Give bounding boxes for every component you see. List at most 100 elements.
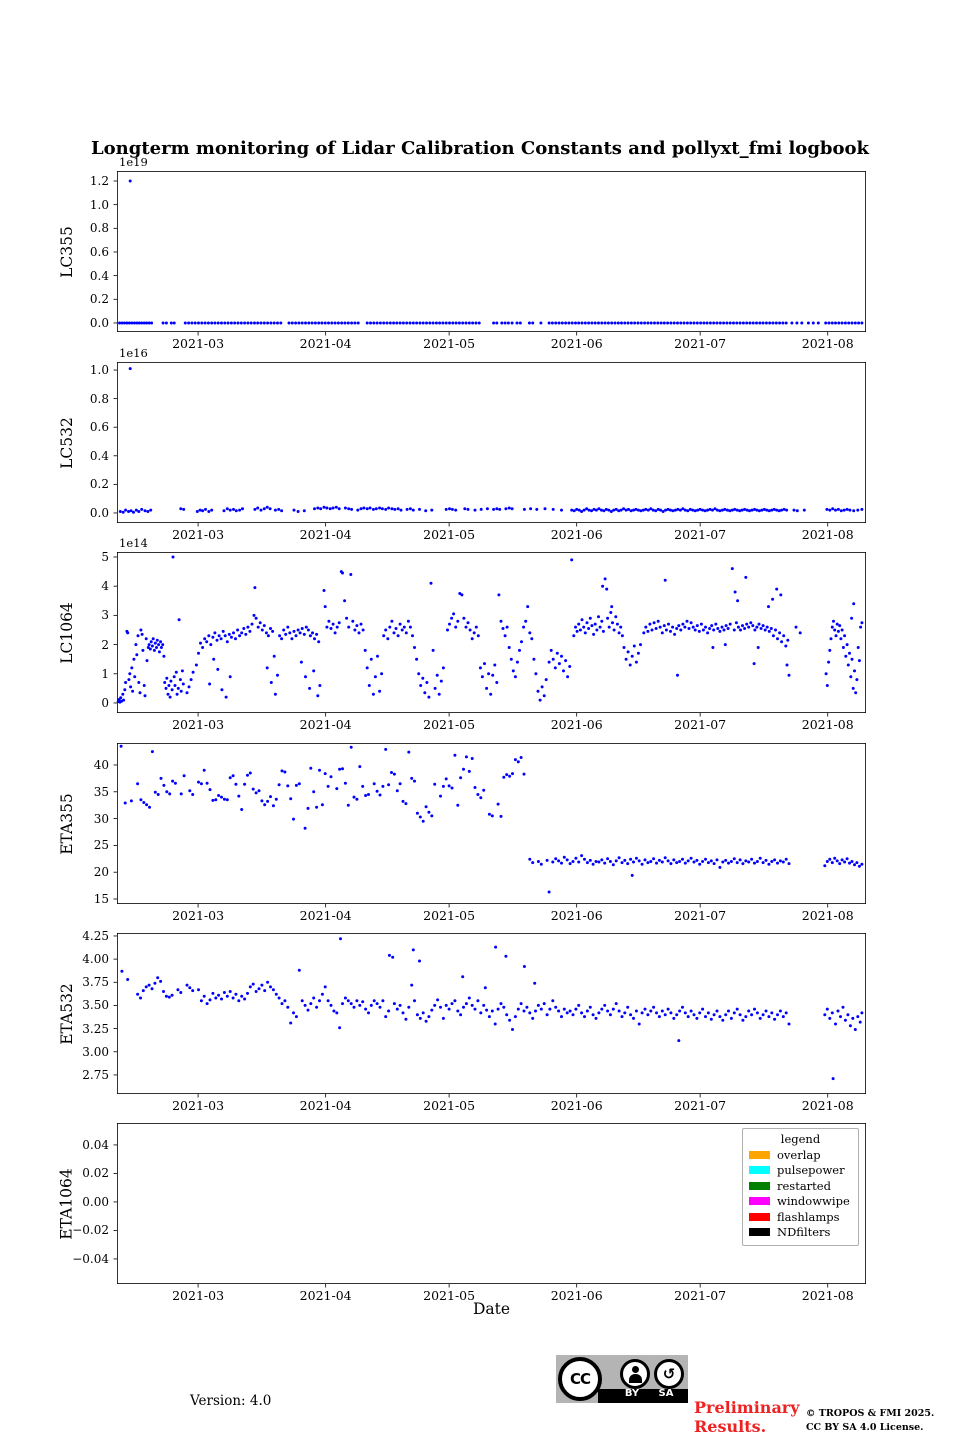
y-tick-label: 0.0 <box>90 506 109 520</box>
overlap-swatch <box>749 1151 770 1159</box>
x-tick-label: 2021-08 <box>802 336 854 351</box>
legend-title: legend <box>749 1131 852 1147</box>
y-tick-label: 0.4 <box>90 269 109 283</box>
y-tick-label: 5 <box>101 550 109 564</box>
x-tick-label: 2021-07 <box>674 336 726 351</box>
y-axis-title: LC1064 <box>59 552 75 713</box>
x-tick-label: 2021-06 <box>551 717 603 732</box>
copyright-note: © TROPOS & FMI 2025. CC BY SA 4.0 Licens… <box>806 1407 934 1434</box>
flashlamps-swatch <box>749 1213 770 1221</box>
y-tick-label: 1.0 <box>90 363 109 377</box>
subplot-eta1064: ETA1064 legend overlap pulsepower restar… <box>117 1123 866 1284</box>
y-axis-title: LC532 <box>59 362 75 523</box>
legend-item-overlap: overlap <box>749 1147 852 1163</box>
y-tick-label: 0.2 <box>90 477 109 491</box>
y-tick-label: 0.8 <box>90 392 109 406</box>
y-tick-label: 1 <box>101 667 109 681</box>
y-offset-label: 1e14 <box>119 536 148 550</box>
plot-area <box>117 362 866 523</box>
y-tick-label: 4 <box>101 579 109 593</box>
x-tick-label: 2021-04 <box>300 527 352 542</box>
subplot-lc1064: 1e14 LC1064 0123452021-032021-042021-052… <box>117 552 866 713</box>
y-tick-label: 0.6 <box>90 420 109 434</box>
subplot-eta355: ETA355 1520253035402021-032021-042021-05… <box>117 743 866 904</box>
y-tick-label: 0.8 <box>90 221 109 235</box>
x-tick-label: 2021-04 <box>300 717 352 732</box>
y-tick-label: 35 <box>94 785 109 799</box>
y-tick-label: 1.0 <box>90 198 109 212</box>
legend-item-restarted: restarted <box>749 1178 852 1194</box>
attribution-person-icon <box>620 1359 650 1389</box>
x-tick-label: 2021-03 <box>172 908 224 923</box>
legend-item-ndfilters: NDfilters <box>749 1225 852 1241</box>
x-tick-label: 2021-08 <box>802 908 854 923</box>
x-tick-label: 2021-07 <box>674 908 726 923</box>
y-tick-label: 3.75 <box>82 975 109 989</box>
y-tick-label: −0.04 <box>72 1252 109 1266</box>
y-tick-label: 1.2 <box>90 174 109 188</box>
plot-area <box>117 743 866 904</box>
restarted-swatch <box>749 1182 770 1190</box>
subplot-lc355: 1e19 LC355 0.00.20.40.60.81.01.22021-032… <box>117 171 866 332</box>
pulsepower-swatch <box>749 1166 770 1174</box>
x-tick-label: 2021-05 <box>423 1098 475 1113</box>
subplot-lc532: 1e16 LC532 0.00.20.40.60.81.02021-032021… <box>117 362 866 523</box>
cc-by-sa-badge: CC ↺ BY SA <box>556 1355 688 1403</box>
x-tick-label: 2021-07 <box>674 1098 726 1113</box>
x-tick-label: 2021-04 <box>300 336 352 351</box>
plot-area <box>117 552 866 713</box>
x-tick-label: 2021-06 <box>551 1098 603 1113</box>
share-alike-icon: ↺ <box>654 1359 684 1389</box>
legend-item-flashlamps: flashlamps <box>749 1209 852 1225</box>
figure: Longterm monitoring of Lidar Calibration… <box>0 0 960 1440</box>
legend: legend overlap pulsepower restarted wind… <box>742 1128 859 1246</box>
windowwipe-swatch <box>749 1197 770 1205</box>
x-tick-label: 2021-07 <box>674 717 726 732</box>
y-tick-label: 2.75 <box>82 1068 109 1082</box>
y-tick-label: 0.0 <box>90 316 109 330</box>
y-offset-label: 1e19 <box>119 155 148 169</box>
plot-area <box>117 933 866 1094</box>
y-tick-label: 3.00 <box>82 1045 109 1059</box>
legend-item-pulsepower: pulsepower <box>749 1163 852 1179</box>
y-tick-label: 25 <box>94 838 109 852</box>
x-tick-label: 2021-04 <box>300 1098 352 1113</box>
by-label: BY <box>617 1388 647 1399</box>
x-tick-label: 2021-04 <box>300 908 352 923</box>
cc-icon: CC <box>558 1357 602 1401</box>
version-label: Version: 4.0 <box>190 1393 271 1409</box>
y-tick-label: 0.04 <box>82 1138 109 1152</box>
x-tick-label: 2021-07 <box>674 527 726 542</box>
x-axis-title: Date <box>117 1300 866 1318</box>
y-tick-label: 40 <box>94 758 109 772</box>
sa-label: SA <box>651 1388 681 1399</box>
y-tick-label: 3.25 <box>82 1022 109 1036</box>
x-tick-label: 2021-05 <box>423 717 475 732</box>
y-axis-title: ETA355 <box>59 743 75 904</box>
x-tick-label: 2021-08 <box>802 527 854 542</box>
y-tick-label: 0 <box>101 696 109 710</box>
y-tick-label: 20 <box>94 865 109 879</box>
x-tick-label: 2021-08 <box>802 717 854 732</box>
y-axis-title: ETA532 <box>59 933 75 1094</box>
y-tick-label: 0.4 <box>90 449 109 463</box>
x-tick-label: 2021-08 <box>802 1098 854 1113</box>
x-tick-label: 2021-06 <box>551 527 603 542</box>
y-axis-title: LC355 <box>59 171 75 332</box>
y-tick-label: 0.6 <box>90 245 109 259</box>
preliminary-results-note: Preliminary Results. <box>694 1398 800 1436</box>
subplot-eta532: ETA532 2.753.003.253.503.754.004.252021-… <box>117 933 866 1094</box>
y-tick-label: 0.02 <box>82 1166 109 1180</box>
y-tick-label: 15 <box>94 892 109 906</box>
y-tick-label: −0.02 <box>72 1223 109 1237</box>
y-offset-label: 1e16 <box>119 346 148 360</box>
y-tick-label: 30 <box>94 812 109 826</box>
y-tick-label: 0.2 <box>90 292 109 306</box>
y-tick-label: 4.00 <box>82 952 109 966</box>
x-tick-label: 2021-06 <box>551 908 603 923</box>
x-tick-label: 2021-05 <box>423 527 475 542</box>
x-tick-label: 2021-05 <box>423 336 475 351</box>
plot-area <box>117 171 866 332</box>
x-tick-label: 2021-06 <box>551 336 603 351</box>
y-tick-label: 2 <box>101 638 109 652</box>
